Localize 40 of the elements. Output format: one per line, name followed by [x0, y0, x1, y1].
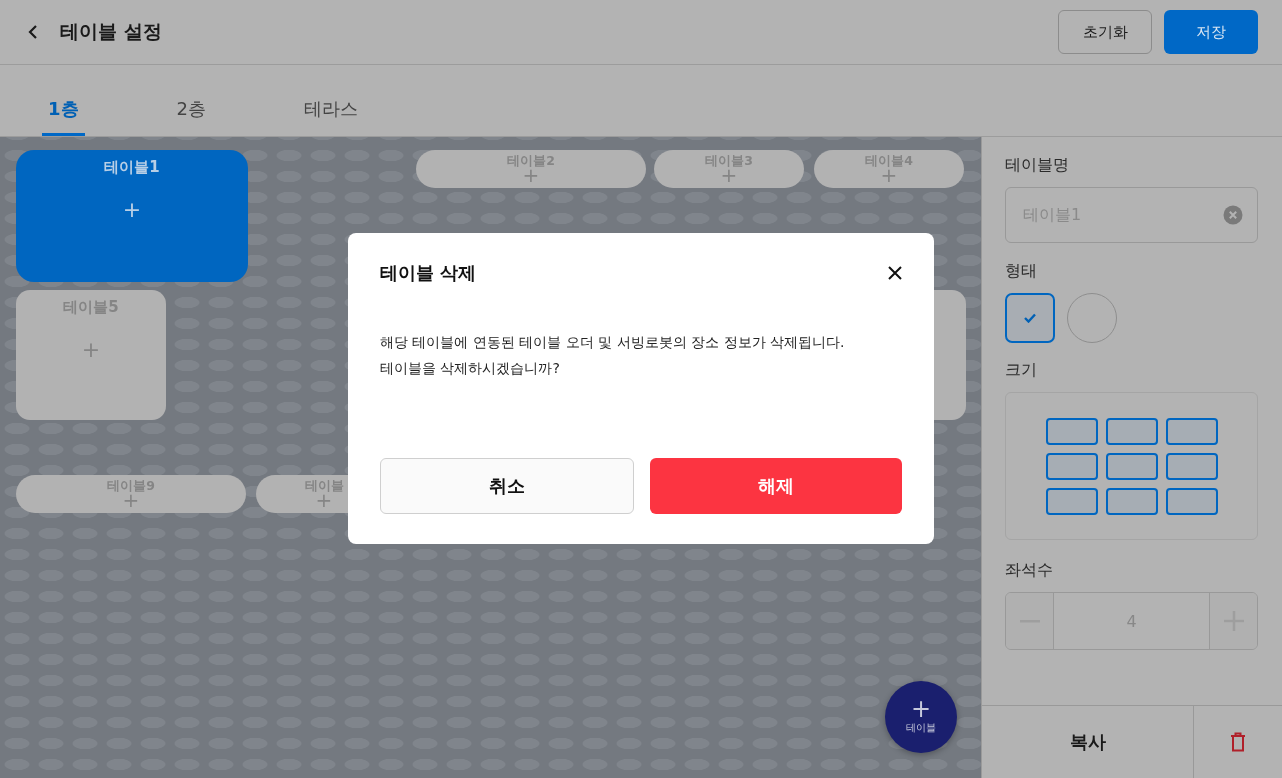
- size-option[interactable]: [1165, 487, 1218, 515]
- size-option[interactable]: [1045, 452, 1098, 480]
- field-label: 크기: [1005, 360, 1038, 381]
- plus-icon: +: [522, 167, 540, 184]
- field-label: 좌석수: [1005, 560, 1054, 581]
- plus-icon: +: [880, 167, 898, 184]
- save-button[interactable]: 저장: [1164, 10, 1258, 54]
- trash-icon: [1230, 732, 1246, 752]
- dialog-message: 해당 테이블에 연동된 테이블 오더 및 서빙로봇의 장소 정보가 삭제됩니다. 테이블을 삭제하시겠습니까?: [380, 333, 846, 378]
- check-icon: [1023, 313, 1037, 323]
- square-shape-option[interactable]: [1005, 293, 1055, 343]
- size-option[interactable]: [1105, 452, 1158, 480]
- circle-shape-option[interactable]: [1067, 293, 1117, 343]
- confirm-button[interactable]: 해제: [650, 458, 902, 514]
- page-title: 테이블 설정: [60, 19, 162, 44]
- size-option[interactable]: [1045, 417, 1098, 445]
- copy-button[interactable]: 복사: [982, 706, 1193, 778]
- floor-tab[interactable]: 2층: [170, 85, 212, 136]
- back-icon[interactable]: [28, 24, 38, 40]
- floor-tab[interactable]: 테라스: [298, 85, 364, 136]
- cancel-button[interactable]: 취소: [380, 458, 634, 514]
- field-label: 형태: [1005, 261, 1038, 282]
- table-name: 테이블1: [104, 160, 160, 175]
- plus-icon: +: [122, 201, 142, 219]
- plus-icon: +: [315, 492, 333, 509]
- add-table-button[interactable]: + 테이블: [885, 681, 957, 753]
- reset-button[interactable]: 초기화: [1058, 10, 1152, 54]
- table-card[interactable]: 테이블1 +: [16, 150, 248, 282]
- plus-icon: +: [720, 167, 738, 184]
- clear-icon[interactable]: [1223, 205, 1243, 225]
- close-icon[interactable]: [888, 266, 902, 280]
- dialog-title: 테이블 삭제: [380, 261, 477, 285]
- size-option[interactable]: [1105, 417, 1158, 445]
- size-option[interactable]: [1105, 487, 1158, 515]
- plus-icon: +: [122, 492, 140, 509]
- size-option[interactable]: [1165, 417, 1218, 445]
- size-option[interactable]: [1045, 487, 1098, 515]
- plus-icon: +: [81, 341, 101, 359]
- field-label: 테이블명: [1005, 155, 1070, 176]
- size-option[interactable]: [1165, 452, 1218, 480]
